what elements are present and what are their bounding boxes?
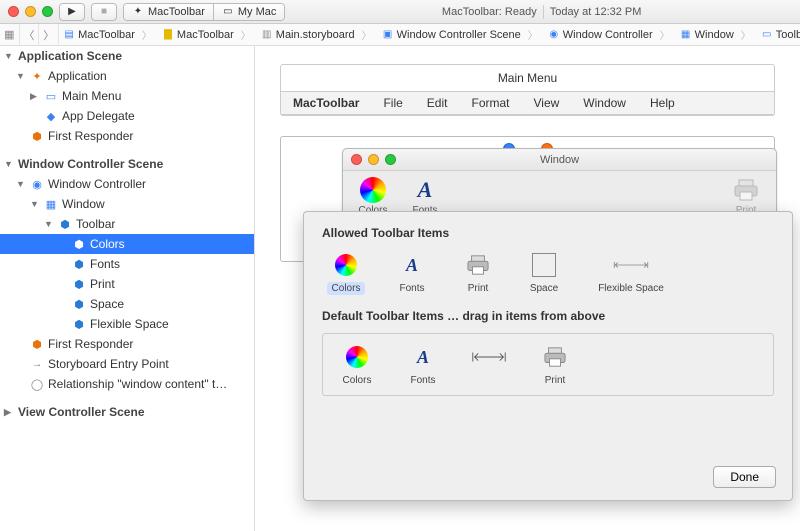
outline-relationship[interactable]: ◯Relationship "window content" to "… [0,374,254,394]
menu-item-format[interactable]: Format [459,92,521,114]
main-menu-object[interactable]: Main Menu MacToolbar File Edit Format Vi… [280,64,775,116]
color-wheel-icon [360,177,386,203]
toolbar-item-fonts[interactable]: A Fonts [405,175,445,216]
window-chrome: ▶ ■ ✦ MacToolbar ▭ My Mac MacToolbar: Read… [0,0,800,24]
outline-main-menu[interactable]: ▶▭Main Menu [0,86,254,106]
preview-title: Window [343,154,776,166]
outline-flexible-space[interactable]: ⬢Flexible Space [0,314,254,334]
outline-print[interactable]: ⬢Print [0,274,254,294]
back-button[interactable]: 〈 [20,24,40,46]
outline-first-responder[interactable]: ⬢First Responder [0,126,254,146]
outline-window[interactable]: ▼▦Window [0,194,254,214]
allowed-heading: Allowed Toolbar Items [322,226,774,240]
related-items-icon[interactable]: ▦ [0,24,20,46]
menu-item-view[interactable]: View [522,92,572,114]
outline-space[interactable]: ⬢Space [0,294,254,314]
flexible-space-icon [471,342,507,372]
allowed-item-colors[interactable]: Colors [322,250,370,295]
menu-bar: MacToolbar File Edit Format View Window … [281,92,774,115]
outline-app-delegate[interactable]: ◆App Delegate [0,106,254,126]
done-button[interactable]: Done [713,466,776,488]
default-item-colors[interactable]: Colors [333,342,381,387]
run-button[interactable]: ▶ [59,3,85,21]
toolbar-editor-sheet: Allowed Toolbar Items Colors A Fonts Pri… [303,211,793,501]
space-icon [532,253,556,277]
menu-item-edit[interactable]: Edit [415,92,460,114]
toolbar-item-print[interactable]: Print [726,175,766,216]
app-icon: ✦ [132,6,144,18]
status-text: MacToolbar: Ready [442,6,537,18]
color-wheel-icon [346,346,368,368]
outline-first-responder-2[interactable]: ⬢First Responder [0,334,254,354]
document-outline: ▼Application Scene ▼✦Application ▶▭Main … [0,46,255,531]
scene-application[interactable]: ▼Application Scene [0,46,254,66]
menu-item-window[interactable]: Window [571,92,638,114]
color-wheel-icon [335,254,357,276]
font-icon: A [406,255,418,276]
font-icon: A [417,347,429,368]
preview-titlebar[interactable]: Window [343,149,776,171]
default-item-flexible[interactable] [465,342,513,387]
forward-button[interactable]: 〉 [39,24,59,46]
default-heading: Default Toolbar Items … drag in items fr… [322,309,774,323]
crumb-scene[interactable]: ▣Window Controller Scene [378,24,544,46]
device-icon: ▭ [222,6,234,18]
jump-bar: ▦ 〈 〉 ▤MacToolbar ▇MacToolbar ▥Main.stor… [0,24,800,46]
allowed-item-print[interactable]: Print [454,250,502,295]
breadcrumb: ▤MacToolbar ▇MacToolbar ▥Main.storyboard… [59,24,800,46]
outline-colors[interactable]: ⬢Colors [0,234,254,254]
minimize-icon[interactable] [25,6,36,17]
crumb-storyboard[interactable]: ▥Main.storyboard [257,24,378,46]
default-items-row[interactable]: Colors A Fonts Print [322,333,774,396]
printer-icon [731,175,761,205]
outline-window-controller[interactable]: ▼◉Window Controller [0,174,254,194]
allowed-item-fonts[interactable]: A Fonts [388,250,436,295]
scheme-name: MacToolbar [148,6,205,18]
stop-button[interactable]: ■ [91,3,117,21]
flexible-space-icon [613,250,649,280]
crumb-controller[interactable]: ◉Window Controller [544,24,676,46]
activity-viewer: MacToolbar: Ready Today at 12:32 PM [442,5,642,19]
default-item-print[interactable]: Print [531,342,579,387]
printer-icon [537,342,573,372]
traffic-lights [8,6,53,17]
menu-item-file[interactable]: File [371,92,414,114]
scheme-selector[interactable]: ✦ MacToolbar ▭ My Mac [123,3,285,21]
crumb-folder[interactable]: ▇MacToolbar [158,24,257,46]
crumb-toolbar[interactable]: ▭Toolbar [757,24,800,46]
crumb-window[interactable]: ▦Window [676,24,757,46]
device-name: My Mac [238,6,277,18]
outline-storyboard-entry[interactable]: →Storyboard Entry Point [0,354,254,374]
zoom-icon[interactable] [42,6,53,17]
allowed-item-space[interactable]: Space [520,250,568,295]
outline-toolbar[interactable]: ▼⬢Toolbar [0,214,254,234]
font-icon: A [418,177,433,203]
menu-item-app[interactable]: MacToolbar [281,92,371,114]
close-icon[interactable] [8,6,19,17]
outline-application[interactable]: ▼✦Application [0,66,254,86]
scene-view-controller[interactable]: ▶View Controller Scene [0,402,254,422]
clock-text: Today at 12:32 PM [550,6,642,18]
allowed-items-row: Colors A Fonts Print Space Flexible S [322,250,774,295]
main-menu-title: Main Menu [281,65,774,92]
toolbar-item-colors[interactable]: Colors [353,175,393,216]
crumb-project[interactable]: ▤MacToolbar [59,24,158,46]
scene-window-controller[interactable]: ▼Window Controller Scene [0,154,254,174]
printer-icon [460,250,496,280]
menu-item-help[interactable]: Help [638,92,687,114]
outline-fonts[interactable]: ⬢Fonts [0,254,254,274]
default-item-fonts[interactable]: A Fonts [399,342,447,387]
allowed-item-flexible-space[interactable]: Flexible Space [586,250,676,295]
